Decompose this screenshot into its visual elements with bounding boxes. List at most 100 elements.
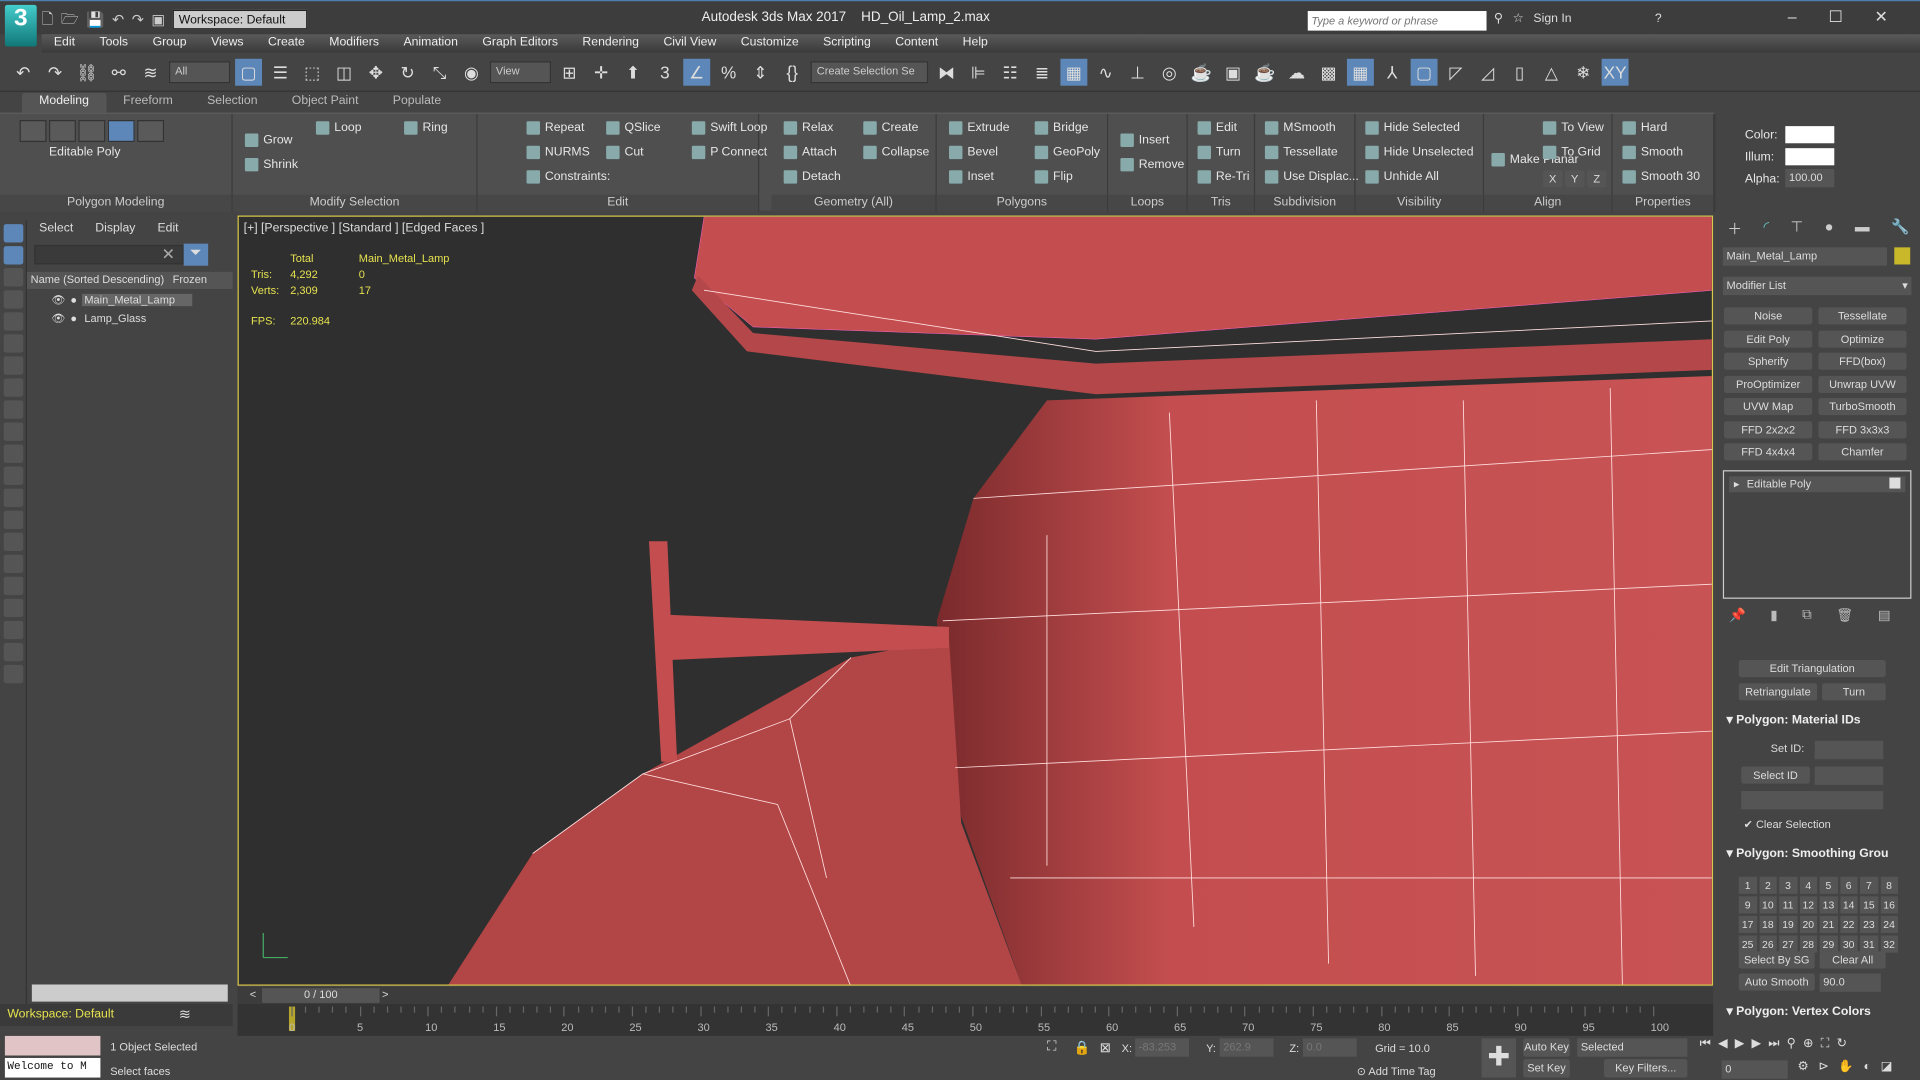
display-dependents-icon[interactable] — [3, 620, 24, 640]
polygons-button[interactable]: Bridge — [1034, 121, 1088, 135]
add-time-tag[interactable]: ⊙ Add Time Tag — [1357, 1065, 1436, 1078]
bind-spacewarp-icon[interactable]: ≋ — [137, 59, 164, 86]
modify-tab-icon[interactable]: ◜ — [1763, 218, 1769, 238]
prev-key-icon[interactable]: ◀ — [1718, 1037, 1727, 1050]
polygons-button[interactable]: Bevel — [948, 145, 998, 160]
curve-editor-icon[interactable]: ∿ — [1092, 59, 1119, 86]
key-filters-button[interactable]: Key Filters... — [1604, 1059, 1688, 1078]
make-unique-icon[interactable]: ⧉ — [1802, 607, 1812, 623]
new-file-icon[interactable]: 🗋 — [42, 7, 54, 33]
z-coordinate[interactable]: 0.0 — [1302, 1038, 1357, 1057]
smoothing-group-button[interactable]: 1 — [1738, 876, 1757, 894]
menu-content[interactable]: Content — [883, 34, 950, 52]
smoothing-group-button[interactable]: 17 — [1738, 915, 1757, 934]
geometry-button[interactable]: Relax — [783, 121, 833, 135]
ribbon-toggle-icon[interactable]: ≣ — [1029, 59, 1056, 86]
configure-sets-icon[interactable]: ▤ — [1878, 607, 1891, 624]
modifier-list-dropdown[interactable]: Modifier List ▾ — [1722, 276, 1912, 296]
menu-customize[interactable]: Customize — [729, 34, 811, 52]
key-mode-dropdown[interactable]: Selected — [1577, 1038, 1688, 1057]
clear-selection-checkbox[interactable]: ✔ Clear Selection — [1744, 818, 1831, 831]
time-config-icon[interactable]: ⚙ — [1798, 1060, 1809, 1073]
auto-key-button[interactable]: Auto Key — [1523, 1038, 1570, 1057]
smoothing-group-button[interactable]: 15 — [1860, 896, 1878, 914]
modifier-button[interactable]: FFD 3x3x3 — [1818, 420, 1907, 438]
material-ids-rollout[interactable]: ▾ Polygon: Material IDs — [1727, 714, 1861, 727]
material-name-dropdown[interactable] — [1741, 791, 1884, 810]
eye-icon[interactable]: 👁 — [51, 293, 65, 306]
menu-views[interactable]: Views — [199, 34, 256, 52]
pin-stack-icon[interactable]: 📌 — [1729, 607, 1746, 624]
display-groups-icon[interactable] — [3, 378, 24, 397]
menu-help[interactable]: Help — [950, 34, 1000, 52]
invert-display-icon[interactable] — [3, 554, 24, 574]
orbit-icon[interactable]: ↻ — [1837, 1037, 1847, 1050]
go-to-end-icon[interactable]: ⏭ — [1768, 1037, 1779, 1050]
geometry-button[interactable]: Create — [863, 121, 918, 135]
smoothing-group-button[interactable]: 7 — [1860, 876, 1878, 894]
smoothing-group-button[interactable]: 3 — [1779, 876, 1797, 894]
smoothing-group-button[interactable]: 32 — [1880, 935, 1898, 953]
select-by-name-icon[interactable]: ☰ — [267, 59, 294, 86]
smoothing-groups-rollout[interactable]: ▾ Polygon: Smoothing Grou — [1727, 847, 1889, 860]
maximize-icon[interactable]: ☐ — [1828, 7, 1842, 27]
modifier-button[interactable]: Tessellate — [1818, 307, 1907, 325]
unlink-icon[interactable]: ⚯ — [105, 59, 132, 86]
edit-button[interactable]: P Connect — [691, 145, 767, 160]
select-by-sg-button[interactable]: Select By SG — [1738, 951, 1815, 969]
turn-button[interactable]: Turn — [1822, 683, 1886, 701]
smoothing-group-button[interactable]: 23 — [1860, 915, 1878, 934]
object-name-field[interactable]: Main_Metal_Lamp — [1722, 247, 1887, 266]
scene-row[interactable]: 👁 ● Lamp_Glass — [51, 310, 232, 327]
orbit-subobject-icon[interactable]: ◐ — [1863, 1060, 1870, 1073]
subdivision-button[interactable]: MSmooth — [1264, 121, 1336, 135]
modifier-button[interactable]: UVW Map — [1724, 397, 1813, 416]
rotate-icon[interactable]: ↻ — [394, 59, 421, 86]
time-slider[interactable]: <0 / 100 > — [237, 986, 1714, 1005]
play-icon[interactable]: ▶ — [1735, 1037, 1744, 1050]
workspace-selector[interactable]: Workspace: Default — [7, 1008, 114, 1021]
display-containers-icon[interactable] — [3, 444, 24, 463]
select-id-button[interactable]: Select ID — [1741, 766, 1810, 784]
smoothing-group-button[interactable]: 10 — [1758, 896, 1777, 914]
group-label[interactable]: Loops — [1108, 194, 1187, 212]
smoothing-group-button[interactable]: 29 — [1819, 935, 1838, 953]
triangle-icon[interactable]: △ — [1538, 59, 1565, 86]
scene-row[interactable]: 👁 ● Main_Metal_Lamp — [51, 291, 232, 308]
smoothing-group-button[interactable]: 5 — [1819, 876, 1838, 894]
layer-icon[interactable] — [3, 664, 24, 684]
menu-graph-editors[interactable]: Graph Editors — [470, 34, 570, 52]
smoothing-group-button[interactable]: 19 — [1779, 915, 1797, 934]
menu-group[interactable]: Group — [140, 34, 199, 52]
hierarchy-tab-icon[interactable]: ⊤ — [1791, 218, 1804, 238]
explorer-menu-edit[interactable]: Edit — [157, 222, 178, 235]
ref-coord-dropdown[interactable]: View — [489, 61, 552, 84]
move-icon[interactable]: ✥ — [362, 59, 389, 86]
motion-tab-icon[interactable]: ● — [1825, 218, 1834, 238]
retriangulate-button[interactable]: Retriangulate — [1738, 683, 1818, 701]
tab-modeling[interactable]: Modeling — [22, 93, 107, 113]
pivot-icon[interactable]: ⊞ — [556, 59, 583, 86]
tris-button[interactable]: Re-Tri — [1197, 170, 1249, 184]
polygons-button[interactable]: Extrude — [948, 121, 1010, 135]
render-frame-icon[interactable]: ▣ — [1220, 59, 1247, 86]
group-label[interactable]: Polygon Modeling — [0, 194, 232, 212]
perspective-viewport[interactable]: [+] [Perspective ] [Standard ] [Edged Fa… — [237, 215, 1714, 986]
group-label[interactable]: Modify Selection — [232, 194, 477, 212]
modifier-button[interactable]: Optimize — [1818, 330, 1907, 348]
current-frame-field[interactable]: 0 — [1721, 1060, 1788, 1079]
tab-freeform[interactable]: Freeform — [106, 93, 190, 113]
maxscript-listener[interactable] — [4, 1035, 101, 1056]
edit-button[interactable]: QSlice — [606, 121, 661, 135]
subobject-border-icon[interactable] — [78, 120, 106, 143]
subobject-polygon-icon[interactable] — [107, 120, 135, 143]
remove-modifier-icon[interactable]: 🗑 — [1836, 607, 1853, 624]
transform-mode-icon[interactable]: ⊠ — [1100, 1040, 1111, 1056]
select-object-icon[interactable]: ▢ — [235, 58, 263, 86]
shrink-button[interactable]: Shrink — [244, 157, 298, 172]
subdivision-button[interactable]: Tessellate — [1264, 145, 1338, 160]
grow-button[interactable]: Grow — [244, 133, 293, 147]
menu-animation[interactable]: Animation — [391, 34, 470, 52]
angle-snap-icon[interactable]: ∠ — [683, 58, 711, 86]
eye-icon[interactable]: 👁 — [51, 312, 65, 325]
